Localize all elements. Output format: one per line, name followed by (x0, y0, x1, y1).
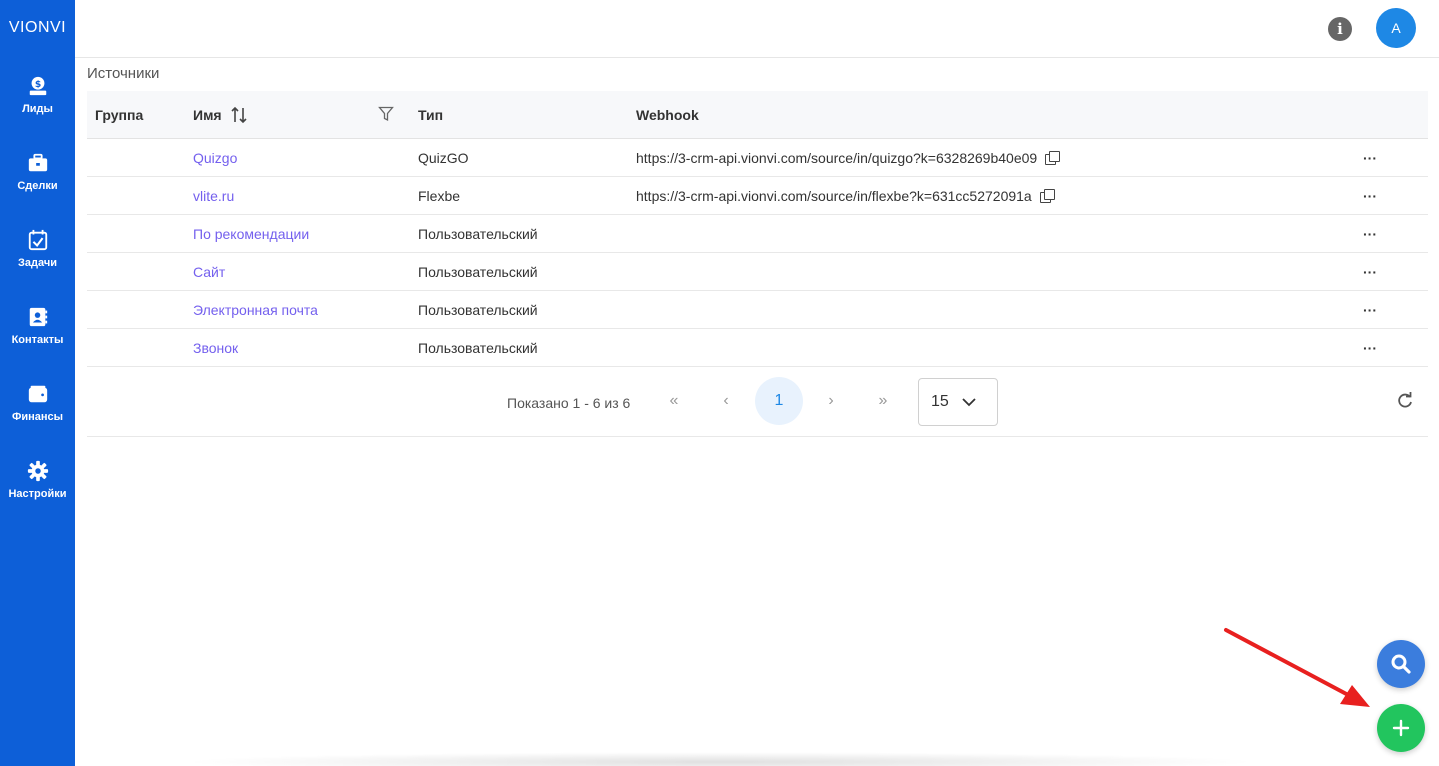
top-bar: i A (75, 0, 1439, 58)
avatar[interactable]: A (1376, 8, 1416, 48)
page-title: Источники (87, 65, 160, 82)
sidebar-item-tasks[interactable]: Задачи (0, 210, 75, 287)
sidebar-item-label: Задачи (18, 256, 57, 269)
sidebar-item-deals[interactable]: Сделки (0, 133, 75, 210)
search-fab-button[interactable] (1377, 640, 1425, 688)
sidebar-item-contacts[interactable]: Контакты (0, 287, 75, 364)
svg-text:$: $ (34, 78, 40, 89)
row-actions-button[interactable]: ··· (1360, 139, 1380, 177)
page-size-select[interactable]: 15 (918, 378, 998, 426)
first-page-button[interactable]: « (650, 377, 698, 425)
column-header-webhook: Webhook (636, 107, 699, 123)
filter-icon[interactable] (378, 106, 394, 122)
gear-icon (27, 460, 48, 481)
column-header-name[interactable]: Имя (193, 91, 247, 139)
source-type: Пользовательский (418, 340, 538, 356)
source-name-link[interactable]: Сайт (193, 253, 225, 291)
table-row: По рекомендации Пользовательский ··· (87, 215, 1428, 253)
pagination-info: Показано 1 - 6 из 6 (507, 395, 631, 411)
page-size-value: 15 (931, 393, 949, 410)
sidebar-item-label: Лиды (22, 102, 53, 115)
sidebar-item-label: Контакты (11, 333, 64, 346)
search-icon (1391, 654, 1411, 674)
webhook-cell: https://3-crm-api.vionvi.com/source/in/f… (636, 177, 1055, 215)
calendar-check-icon (28, 229, 47, 250)
source-type: Flexbe (418, 188, 461, 204)
table-header: Группа Имя Тип Webhook (87, 91, 1428, 139)
pagination: Показано 1 - 6 из 6 « ‹ 1 › » 15 (87, 367, 1428, 437)
wallet-icon (28, 385, 47, 402)
sidebar: VIONVI $ Лиды Сделки Задачи Контакты Фин… (0, 0, 75, 766)
briefcase-icon (28, 153, 47, 171)
webhook-cell: https://3-crm-api.vionvi.com/source/in/q… (636, 139, 1061, 177)
source-name-link[interactable]: По рекомендации (193, 215, 309, 253)
column-header-name-label: Имя (193, 107, 222, 123)
row-actions-button[interactable]: ··· (1360, 291, 1380, 329)
info-icon[interactable]: i (1328, 17, 1352, 41)
prev-page-button[interactable]: ‹ (702, 377, 750, 425)
chevron-down-icon (962, 398, 976, 407)
source-name-link[interactable]: Электронная почта (193, 291, 318, 329)
webhook-url: https://3-crm-api.vionvi.com/source/in/f… (636, 188, 1032, 204)
source-name-link[interactable]: vlite.ru (193, 177, 234, 215)
page-button-current[interactable]: 1 (755, 377, 803, 425)
sidebar-item-label: Сделки (17, 179, 58, 192)
copy-icon[interactable] (1045, 151, 1061, 165)
source-type: Пользовательский (418, 302, 538, 318)
source-name-link[interactable]: Звонок (193, 329, 238, 367)
last-page-button[interactable]: » (859, 377, 907, 425)
table-row: Quizgo QuizGO https://3-crm-api.vionvi.c… (87, 139, 1428, 177)
sidebar-item-settings[interactable]: Настройки (0, 441, 75, 518)
money-bag-icon: $ (29, 76, 46, 95)
sort-icon[interactable] (231, 106, 247, 124)
table-row: Звонок Пользовательский ··· (87, 329, 1428, 367)
sidebar-item-finance[interactable]: Финансы (0, 364, 75, 441)
row-actions-button[interactable]: ··· (1360, 177, 1380, 215)
plus-icon (1392, 719, 1410, 737)
column-header-group: Группа (95, 107, 144, 123)
source-name-link[interactable]: Quizgo (193, 139, 237, 177)
table-row: vlite.ru Flexbe https://3-crm-api.vionvi… (87, 177, 1428, 215)
brand-logo[interactable]: VIONVI (0, 0, 75, 56)
address-book-icon (29, 307, 47, 326)
sidebar-item-leads[interactable]: $ Лиды (0, 56, 75, 133)
row-actions-button[interactable]: ··· (1360, 329, 1380, 367)
source-type: Пользовательский (418, 264, 538, 280)
table-row: Сайт Пользовательский ··· (87, 253, 1428, 291)
source-type: Пользовательский (418, 226, 538, 242)
bottom-shadow (180, 752, 1260, 766)
row-actions-button[interactable]: ··· (1360, 253, 1380, 291)
sources-table: Группа Имя Тип Webhook Quizgo QuizGO htt… (87, 91, 1428, 367)
column-header-type: Тип (418, 107, 444, 123)
sidebar-item-label: Настройки (8, 487, 67, 500)
source-type: QuizGO (418, 150, 469, 166)
refresh-icon[interactable] (1395, 391, 1415, 411)
row-actions-button[interactable]: ··· (1360, 215, 1380, 253)
next-page-button[interactable]: › (807, 377, 855, 425)
webhook-url: https://3-crm-api.vionvi.com/source/in/q… (636, 150, 1038, 166)
copy-icon[interactable] (1039, 189, 1055, 203)
table-row: Электронная почта Пользовательский ··· (87, 291, 1428, 329)
sidebar-item-label: Финансы (11, 410, 64, 423)
add-source-fab-button[interactable] (1377, 704, 1425, 752)
